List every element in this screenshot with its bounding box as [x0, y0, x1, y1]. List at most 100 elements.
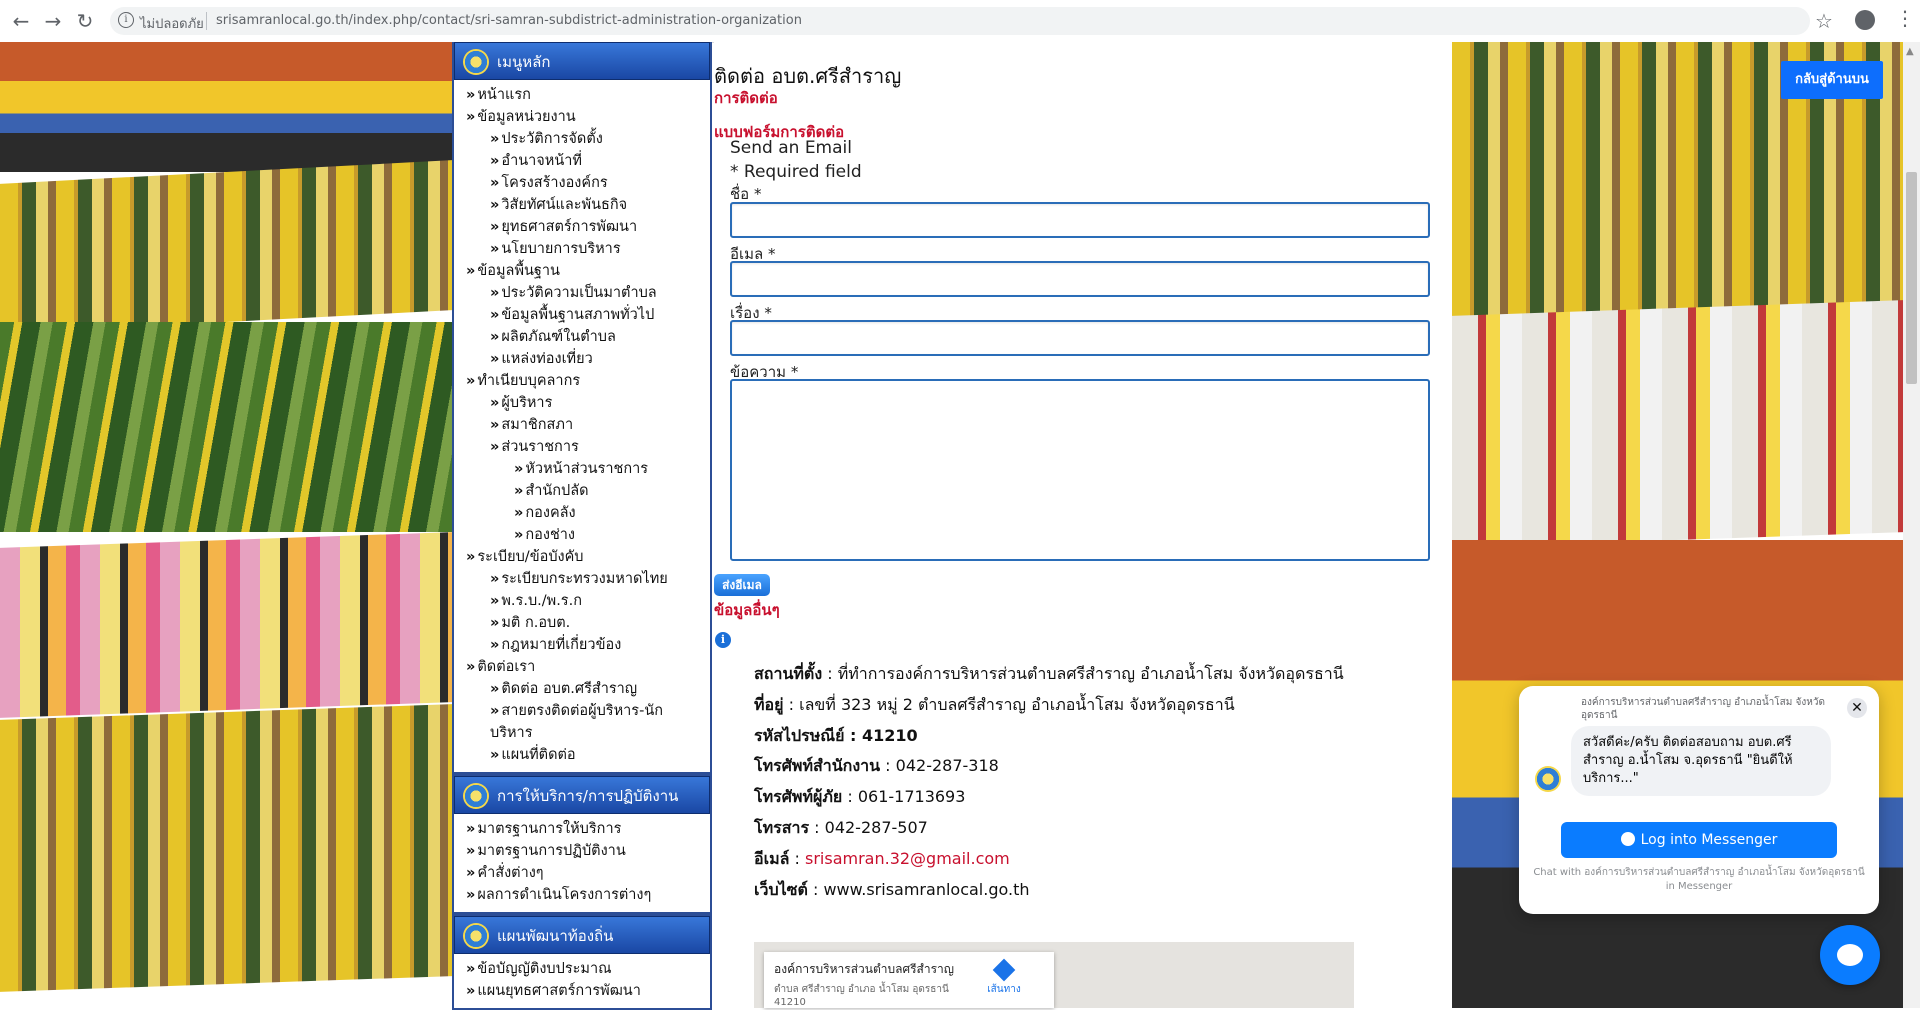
- menu-item[interactable]: » แผนยุทธศาสตร์การพัฒนา: [466, 980, 710, 1002]
- seal-icon: [463, 923, 489, 949]
- menu-item[interactable]: » แหล่งท่องเที่ยว: [466, 348, 710, 370]
- menu-item[interactable]: » ข้อบัญญัติงบประมาณ: [466, 958, 710, 980]
- menu-item[interactable]: » ข้อมูลพื้นฐานสภาพทั่วไป: [466, 304, 710, 326]
- menu-item[interactable]: » สมาชิกสภา: [466, 414, 710, 436]
- close-icon[interactable]: ✕: [1847, 698, 1867, 718]
- menu-item[interactable]: » คำสั่งต่างๆ: [466, 862, 710, 884]
- menu-item[interactable]: » หน้าแรก: [466, 84, 710, 106]
- map-embed[interactable]: องค์การบริหารส่วนตำบลศรีสำราญ ตำบล ศรีสำ…: [754, 942, 1354, 1008]
- menu-header: การให้บริการ/การปฏิบัติงาน: [454, 776, 710, 814]
- menu-item[interactable]: » สายตรงติดต่อผู้บริหาร-นักบริหาร: [466, 700, 670, 744]
- seal-icon: [463, 49, 489, 75]
- menu-item[interactable]: » ติดต่อ อบต.ศรีสำราญ: [466, 678, 710, 700]
- more-menu-icon[interactable]: ⋮: [1895, 8, 1915, 28]
- chevron-right-icon: »: [490, 417, 500, 433]
- menu-item[interactable]: » กองช่าง: [466, 524, 710, 546]
- reload-icon[interactable]: ↻: [72, 8, 98, 34]
- messenger-icon: [1620, 832, 1635, 846]
- send-email-button[interactable]: ส่งอีเมล: [714, 574, 770, 596]
- menu-item[interactable]: » ระเบียบ/ข้อบังคับ: [466, 546, 710, 568]
- browser-toolbar: ← → ↻ i ไม่ปลอดภัย srisamranlocal.go.th/…: [0, 0, 1920, 43]
- office-phone-row: โทรศัพท์สำนักงาน : 042-287-318: [754, 756, 999, 775]
- chevron-right-icon: »: [466, 659, 476, 675]
- background-photo: [1452, 300, 1903, 548]
- location-row: สถานที่ตั้ง : ที่ทำการองค์การบริหารส่วนต…: [754, 664, 1344, 683]
- address-bar[interactable]: i ไม่ปลอดภัย srisamranlocal.go.th/index.…: [110, 7, 1810, 35]
- menu-item[interactable]: » กฎหมายที่เกี่ยวข้อง: [466, 634, 710, 656]
- menu-item[interactable]: » แผนที่ติดต่อ: [466, 744, 710, 766]
- chevron-right-icon: »: [514, 461, 524, 477]
- chevron-right-icon: »: [466, 263, 476, 279]
- menu-item[interactable]: » มติ ก.อบต.: [466, 612, 710, 634]
- menu-item[interactable]: » ประวัติการจัดตั้ง: [466, 128, 710, 150]
- messenger-footer: Chat with องค์การบริหารส่วนตำบลศรีสำราญ …: [1533, 867, 1865, 892]
- menu-item[interactable]: » ข้อมูลหน่วยงาน: [466, 106, 710, 128]
- menu-item[interactable]: » ทำเนียบบุคลากร: [466, 370, 710, 392]
- chevron-right-icon: »: [490, 285, 500, 301]
- menu-item[interactable]: » ติดต่อเรา: [466, 656, 710, 678]
- messenger-login-button[interactable]: Log into Messenger: [1561, 822, 1837, 858]
- sidebar: เมนูหลัก » หน้าแรก » ข้อมูลหน่วยงาน » ประวั…: [452, 42, 712, 1010]
- menu-item[interactable]: » พ.ร.บ./พ.ร.ก: [466, 590, 710, 612]
- menu-item[interactable]: » โครงสร้างองค์กร: [466, 172, 710, 194]
- postal-row: รหัสไปรษณีย์ : 41210: [754, 726, 918, 745]
- menu-header-title: การให้บริการ/การปฏิบัติงาน: [497, 787, 679, 805]
- info-icon[interactable]: i: [118, 12, 134, 28]
- map-place-card: องค์การบริหารส่วนตำบลศรีสำราญ ตำบล ศรีสำ…: [764, 952, 1054, 1008]
- menu-item[interactable]: » ระเบียบกระทรวงมหาดไทย: [466, 568, 710, 590]
- messenger-chat-button[interactable]: [1820, 925, 1880, 985]
- chevron-right-icon: »: [514, 483, 524, 499]
- chevron-right-icon: »: [490, 175, 500, 191]
- messenger-org-name: องค์การบริหารส่วนตำบลศรีสำราญ อำเภอน้ำโส…: [1581, 697, 1825, 721]
- chevron-right-icon: »: [466, 549, 476, 565]
- menu-item[interactable]: » ประวัติความเป็นมาตำบล: [466, 282, 710, 304]
- menu-item[interactable]: » หัวหน้าส่วนราชการ: [466, 458, 710, 480]
- menu-item[interactable]: » ยุทธศาสตร์การพัฒนา: [466, 216, 710, 238]
- contact-heading: การติดต่อ: [714, 89, 778, 107]
- menu-item[interactable]: » นโยบายการบริหาร: [466, 238, 710, 260]
- account-avatar-icon[interactable]: [1855, 10, 1875, 30]
- back-arrow-icon[interactable]: ←: [8, 8, 34, 34]
- menu-item[interactable]: » สำนักปลัด: [466, 480, 710, 502]
- seal-icon: [463, 783, 489, 809]
- menu-item[interactable]: » ผู้บริหาร: [466, 392, 710, 414]
- background-photo: [0, 704, 452, 992]
- menu-item[interactable]: » ผลการดำเนินโครงการต่างๆ: [466, 884, 710, 906]
- website-link[interactable]: www.srisamranlocal.go.th: [823, 880, 1029, 899]
- chevron-right-icon: »: [466, 887, 476, 903]
- bookmark-star-icon[interactable]: ☆: [1815, 9, 1833, 33]
- messenger-popup: องค์การบริหารส่วนตำบลศรีสำราญ อำเภอน้ำโส…: [1519, 686, 1879, 914]
- menu-item[interactable]: » อำนาจหน้าที่: [466, 150, 710, 172]
- chevron-right-icon: »: [490, 351, 500, 367]
- name-field[interactable]: [730, 202, 1430, 238]
- chevron-right-icon: »: [490, 593, 500, 609]
- back-to-top-button[interactable]: กลับสู่ด้านบน: [1781, 61, 1883, 99]
- chevron-right-icon: »: [466, 865, 476, 881]
- menu-item[interactable]: » ส่วนราชการ: [466, 436, 710, 458]
- menu-item[interactable]: » ข้อมูลพื้นฐาน: [466, 260, 710, 282]
- menu-item[interactable]: » กองคลัง: [466, 502, 710, 524]
- menu-item[interactable]: » มาตรฐานการปฏิบัติงาน: [466, 840, 710, 862]
- scroll-up-icon[interactable]: ▲: [1906, 46, 1914, 57]
- plans-menu: » ข้อบัญญัติงบประมาณ » แผนยุทธศาสตร์การพัฒ…: [454, 954, 710, 1008]
- directions-button[interactable]: เส้นทาง: [984, 958, 1024, 997]
- required-note: * Required field: [730, 162, 862, 182]
- chevron-right-icon: »: [490, 219, 500, 235]
- message-textarea[interactable]: [730, 379, 1430, 561]
- email-link[interactable]: srisamran.32@gmail.com: [805, 849, 1010, 868]
- subject-field[interactable]: [730, 320, 1430, 356]
- forward-arrow-icon[interactable]: →: [40, 8, 66, 34]
- directions-icon: [992, 958, 1016, 982]
- chevron-right-icon: »: [490, 131, 500, 147]
- menu-item[interactable]: » มาตรฐานการให้บริการ: [466, 818, 710, 840]
- url-text[interactable]: srisamranlocal.go.th/index.php/contact/s…: [216, 13, 802, 28]
- chevron-right-icon: »: [466, 109, 476, 125]
- email-field[interactable]: [730, 261, 1430, 297]
- map-place-address: ตำบล ศรีสำราญ อำเภอ น้ำโสม อุดรธานี 4121…: [774, 984, 949, 1008]
- menu-header: แผนพัฒนาท้องถิ่น: [454, 916, 710, 954]
- mobile-phone-row: โทรศัพท์ผู้ภัย : 061-1713693: [754, 787, 966, 806]
- menu-item[interactable]: » ผลิตภัณฑ์ในตำบล: [466, 326, 710, 348]
- scrollbar-thumb[interactable]: [1906, 172, 1917, 384]
- menu-item[interactable]: » วิสัยทัศน์และพันธกิจ: [466, 194, 710, 216]
- chevron-right-icon: »: [466, 983, 476, 999]
